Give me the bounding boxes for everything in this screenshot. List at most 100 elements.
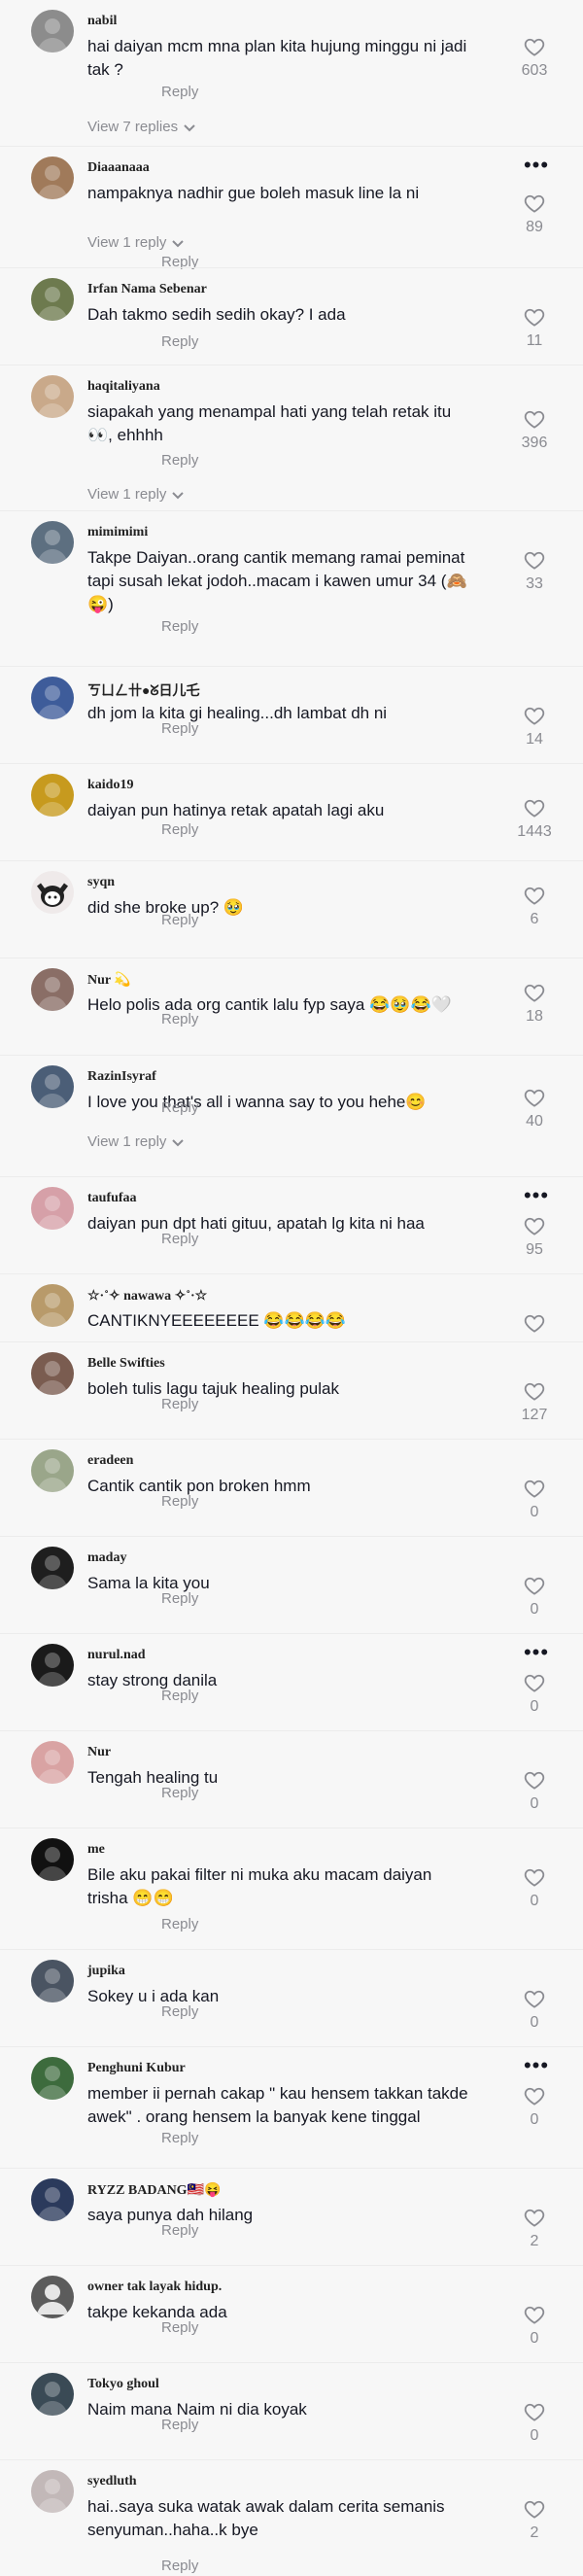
comment-username[interactable]: syedluth bbox=[87, 2474, 137, 2489]
like-button[interactable]: 11 bbox=[505, 307, 564, 350]
like-button[interactable]: 0 bbox=[505, 2305, 564, 2348]
avatar[interactable] bbox=[31, 2276, 74, 2318]
avatar[interactable] bbox=[31, 2373, 74, 2416]
reply-button[interactable]: Reply bbox=[161, 1396, 198, 1412]
avatar[interactable] bbox=[31, 1284, 74, 1327]
comment-username[interactable]: mimimimi bbox=[87, 525, 148, 540]
like-button[interactable]: 1443 bbox=[505, 798, 564, 841]
avatar[interactable] bbox=[31, 375, 74, 418]
comment-username[interactable]: Nur 💫 bbox=[87, 972, 131, 989]
reply-button[interactable]: Reply bbox=[161, 1231, 198, 1247]
like-button[interactable]: 0 bbox=[505, 1576, 564, 1619]
avatar[interactable] bbox=[31, 521, 74, 564]
like-button[interactable]: 33 bbox=[505, 550, 564, 593]
reply-button[interactable]: Reply bbox=[161, 1011, 198, 1027]
comment-username[interactable]: maday bbox=[87, 1550, 126, 1566]
comment-username[interactable]: jupika bbox=[87, 1964, 125, 1979]
avatar[interactable] bbox=[31, 2470, 74, 2513]
like-button[interactable]: 18 bbox=[505, 983, 564, 1026]
comment-username[interactable]: eradeen bbox=[87, 1453, 133, 1469]
avatar[interactable] bbox=[31, 1960, 74, 2002]
reply-button[interactable]: Reply bbox=[161, 84, 198, 100]
reply-button[interactable]: Reply bbox=[161, 2003, 198, 2020]
avatar[interactable] bbox=[31, 677, 74, 719]
view-replies-button[interactable]: View 7 replies bbox=[87, 119, 195, 136]
more-options-icon[interactable]: ••• bbox=[513, 2055, 560, 2076]
avatar[interactable] bbox=[31, 1644, 74, 1687]
comment-username[interactable]: ☆·˚✧ nawawa ✧˚·☆ bbox=[87, 1288, 207, 1305]
like-button[interactable]: 2 bbox=[505, 2499, 564, 2542]
comment-username[interactable]: Belle Swifties bbox=[87, 1356, 165, 1372]
comment-username[interactable]: nurul.nad bbox=[87, 1648, 146, 1663]
reply-button[interactable]: Reply bbox=[161, 618, 198, 635]
more-options-icon[interactable]: ••• bbox=[513, 155, 560, 176]
like-button[interactable]: 127 bbox=[505, 1381, 564, 1424]
like-button[interactable]: 0 bbox=[505, 1479, 564, 1521]
avatar[interactable] bbox=[31, 871, 74, 914]
avatar[interactable] bbox=[31, 774, 74, 817]
avatar[interactable] bbox=[31, 1838, 74, 1881]
avatar[interactable] bbox=[31, 968, 74, 1011]
like-button[interactable]: 0 bbox=[505, 1989, 564, 2032]
reply-button[interactable]: Reply bbox=[161, 2222, 198, 2239]
like-button[interactable]: 14 bbox=[505, 706, 564, 748]
like-button[interactable]: 603 bbox=[505, 37, 564, 80]
like-button[interactable]: 0 bbox=[505, 2086, 564, 2129]
like-button[interactable]: 0 bbox=[505, 1867, 564, 1910]
avatar[interactable] bbox=[31, 2057, 74, 2100]
view-replies-button[interactable]: View 1 reply bbox=[87, 486, 185, 504]
avatar[interactable] bbox=[31, 10, 74, 52]
reply-button[interactable]: Reply bbox=[161, 1099, 198, 1116]
avatar[interactable] bbox=[31, 278, 74, 321]
comment-username[interactable]: Nur bbox=[87, 1745, 111, 1760]
comment-username[interactable]: me bbox=[87, 1842, 105, 1858]
avatar[interactable] bbox=[31, 1741, 74, 1784]
view-replies-button[interactable]: View 1 reply bbox=[87, 1133, 185, 1151]
reply-button[interactable]: Reply bbox=[161, 1916, 198, 1932]
like-button[interactable]: 2 bbox=[505, 2208, 564, 2250]
reply-button[interactable]: Reply bbox=[161, 2319, 198, 2336]
reply-button[interactable]: Reply bbox=[161, 821, 198, 838]
like-button[interactable]: 0 bbox=[505, 1770, 564, 1813]
like-button[interactable]: 0 bbox=[505, 1673, 564, 1716]
view-replies-button[interactable]: View 1 reply bbox=[87, 234, 185, 252]
like-button[interactable]: 89 bbox=[505, 193, 564, 236]
comment-username[interactable]: Diaaanaaa bbox=[87, 160, 150, 176]
comment-username[interactable]: Penghuni Kubur bbox=[87, 2061, 186, 2076]
like-button[interactable]: 0 bbox=[505, 2402, 564, 2445]
comment-username[interactable]: Irfan Nama Sebenar bbox=[87, 282, 207, 297]
comment-username[interactable]: ㄎㄩㄥ卄●ᘜ日儿乇 bbox=[87, 680, 200, 700]
avatar[interactable] bbox=[31, 1187, 74, 1230]
reply-button[interactable]: Reply bbox=[161, 452, 198, 469]
avatar[interactable] bbox=[31, 1065, 74, 1108]
comment-username[interactable]: Tokyo ghoul bbox=[87, 2377, 159, 2392]
avatar[interactable] bbox=[31, 2178, 74, 2221]
more-options-icon[interactable]: ••• bbox=[513, 1642, 560, 1663]
avatar[interactable] bbox=[31, 1449, 74, 1492]
comment-username[interactable]: RYZZ BADANG🇲🇾😝 bbox=[87, 2182, 221, 2199]
reply-button[interactable]: Reply bbox=[161, 912, 198, 928]
reply-button[interactable]: Reply bbox=[161, 2558, 198, 2574]
reply-button[interactable]: Reply bbox=[161, 1590, 198, 1607]
comment-username[interactable]: RazinIsyraf bbox=[87, 1069, 156, 1085]
reply-button[interactable]: Reply bbox=[161, 1493, 198, 1510]
reply-button[interactable]: Reply bbox=[161, 2417, 198, 2433]
comment-username[interactable]: syqn bbox=[87, 875, 115, 890]
reply-button[interactable]: Reply bbox=[161, 2130, 198, 2146]
like-button[interactable]: 40 bbox=[505, 1088, 564, 1131]
avatar[interactable] bbox=[31, 1352, 74, 1395]
reply-button[interactable]: Reply bbox=[161, 1785, 198, 1801]
more-options-icon[interactable]: ••• bbox=[513, 1185, 560, 1206]
avatar[interactable] bbox=[31, 1547, 74, 1589]
comment-username[interactable]: kaido19 bbox=[87, 778, 133, 793]
comment-username[interactable]: taufufaa bbox=[87, 1191, 137, 1206]
avatar[interactable] bbox=[31, 157, 74, 199]
comment-username[interactable]: owner tak layak hidup. bbox=[87, 2280, 222, 2295]
like-button[interactable]: 95 bbox=[505, 1216, 564, 1259]
like-button[interactable] bbox=[505, 1313, 564, 1333]
like-button[interactable]: 396 bbox=[505, 409, 564, 452]
reply-button[interactable]: Reply bbox=[161, 1688, 198, 1704]
comment-username[interactable]: haqitaliyana bbox=[87, 379, 160, 395]
reply-button[interactable]: Reply bbox=[161, 333, 198, 350]
reply-button[interactable]: Reply bbox=[161, 720, 198, 737]
